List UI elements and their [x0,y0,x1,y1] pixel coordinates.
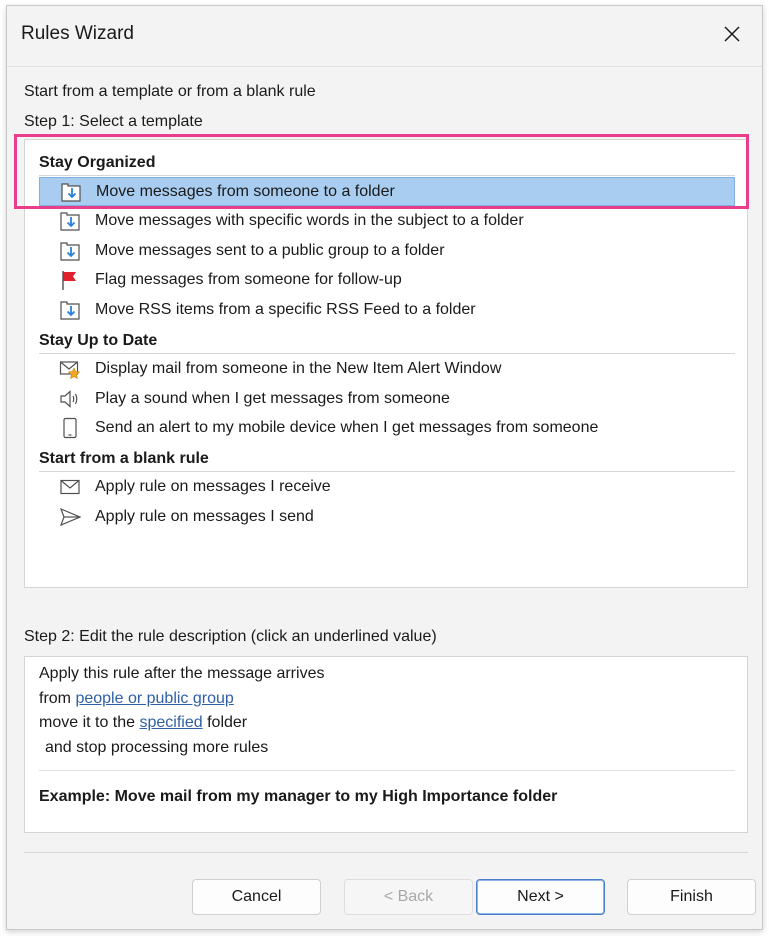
template-item-label: Play a sound when I get messages from so… [95,390,450,407]
rules-wizard-window: Rules Wizard Start from a template or fr… [6,5,763,930]
template-item-label: Display mail from someone in the New Ite… [95,360,502,377]
group-header-stay-up-to-date: Stay Up to Date [39,332,158,349]
template-item-label: Apply rule on messages I receive [95,478,331,495]
move-to-folder-icon [60,301,80,320]
group-divider [39,175,735,176]
close-icon [724,26,740,42]
send-icon [59,507,81,527]
next-button[interactable]: Next > [476,879,605,915]
button-divider [24,852,748,853]
example-text: Example: Move mail from my manager to my… [39,788,558,805]
rule-description-box: Apply this rule after the message arrive… [24,656,748,833]
close-button[interactable] [712,14,752,54]
specified-folder-link[interactable]: specified [140,714,203,731]
desc-text: from [39,690,76,707]
desc-line-1: Apply this rule after the message arrive… [39,665,325,682]
people-or-public-group-link[interactable]: people or public group [75,690,233,707]
template-item-label: Move messages with specific words in the… [95,212,524,229]
move-to-folder-icon [60,212,80,231]
finish-button[interactable]: Finish [627,879,756,915]
desc-divider [39,770,735,771]
group-header-blank-rule: Start from a blank rule [39,450,209,467]
template-item-label: Move RSS items from a specific RSS Feed … [95,301,476,318]
template-item-new-item-alert[interactable]: Display mail from someone in the New Ite… [39,355,735,384]
mobile-device-icon [63,417,77,439]
template-item-move-public-group[interactable]: Move messages sent to a public group to … [39,237,735,266]
template-item-flag-followup[interactable]: Flag messages from someone for follow-up [39,266,735,295]
template-item-move-rss[interactable]: Move RSS items from a specific RSS Feed … [39,296,735,325]
desc-text: move it to the [39,714,140,731]
group-header-stay-organized: Stay Organized [39,154,156,171]
template-item-label: Move messages from someone to a folder [96,183,395,200]
new-item-alert-icon [59,361,81,380]
template-item-apply-receive[interactable]: Apply rule on messages I receive [39,473,735,502]
title-divider [7,66,762,67]
template-item-label: Send an alert to my mobile device when I… [95,419,599,436]
group-divider [39,353,735,354]
flag-icon [62,271,76,290]
template-item-play-sound[interactable]: Play a sound when I get messages from so… [39,385,735,414]
back-button[interactable]: < Back [344,879,473,915]
move-to-folder-icon [60,242,80,261]
title-bar: Rules Wizard [7,6,762,64]
window-title: Rules Wizard [21,23,134,44]
move-to-folder-icon [61,183,81,202]
step2-label: Step 2: Edit the rule description (click… [24,628,437,645]
cancel-button[interactable]: Cancel [192,879,321,915]
template-item-apply-send[interactable]: Apply rule on messages I send [39,503,735,532]
template-item-label: Flag messages from someone for follow-up [95,271,402,288]
speaker-icon [60,390,78,408]
group-divider [39,471,735,472]
intro-text: Start from a template or from a blank ru… [24,83,316,100]
template-item-label: Apply rule on messages I send [95,508,314,525]
template-item-move-from-someone[interactable]: Move messages from someone to a folder [39,177,735,206]
template-item-mobile-alert[interactable]: Send an alert to my mobile device when I… [39,414,735,443]
desc-line-4: and stop processing more rules [45,739,269,756]
template-item-move-specific-words[interactable]: Move messages with specific words in the… [39,207,735,236]
desc-line-2: from people or public group [39,690,234,708]
envelope-icon [60,479,80,495]
desc-text: folder [202,714,248,731]
desc-line-3: move it to the specified folder [39,714,247,732]
template-list[interactable]: Stay Organized Move messages from someon… [24,139,748,588]
step1-label: Step 1: Select a template [24,113,203,130]
template-item-label: Move messages sent to a public group to … [95,242,445,259]
